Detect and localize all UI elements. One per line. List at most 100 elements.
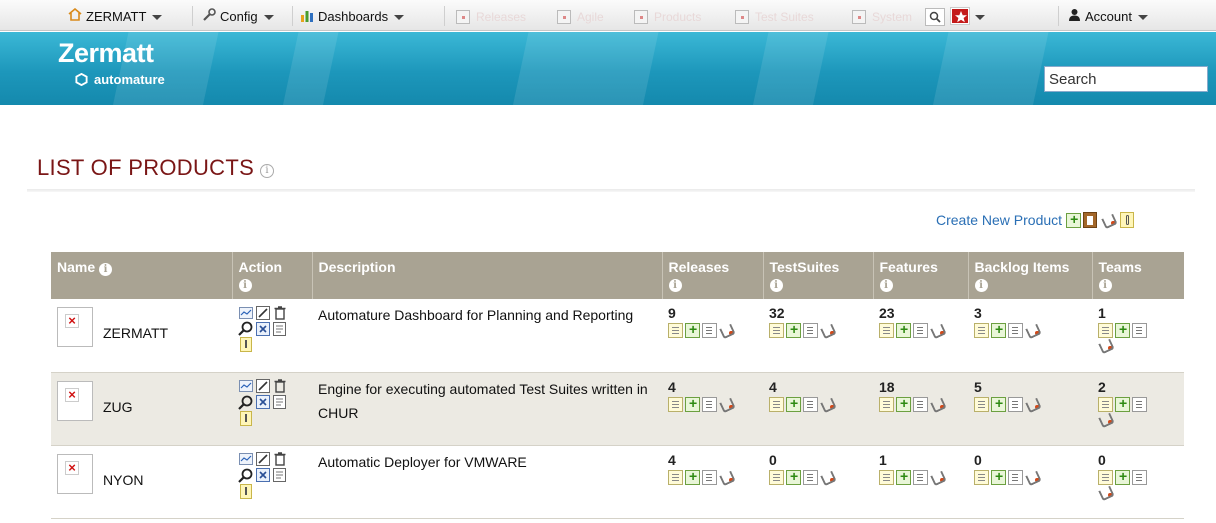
releases-count[interactable]: 9 bbox=[668, 305, 757, 321]
list-icon[interactable] bbox=[879, 323, 894, 338]
attachment-icon[interactable] bbox=[1120, 212, 1135, 228]
testsuites-count[interactable]: 32 bbox=[769, 305, 867, 321]
menu-products[interactable]: Products bbox=[634, 9, 701, 25]
trash-icon[interactable] bbox=[272, 452, 287, 467]
magnifier-icon[interactable] bbox=[238, 321, 253, 336]
magnifier-icon[interactable] bbox=[238, 468, 253, 483]
paint-bucket-icon[interactable] bbox=[820, 397, 835, 412]
info-icon[interactable]: i bbox=[668, 279, 682, 292]
document-icon[interactable] bbox=[1132, 323, 1147, 338]
trash-icon[interactable] bbox=[272, 305, 287, 320]
attachment-icon[interactable] bbox=[238, 337, 253, 352]
document-icon[interactable] bbox=[1008, 396, 1023, 412]
releases-count[interactable]: 4 bbox=[668, 379, 757, 395]
paint-bucket-icon[interactable] bbox=[930, 397, 945, 412]
list-icon[interactable] bbox=[879, 396, 894, 412]
testsuites-count[interactable]: 0 bbox=[769, 452, 867, 468]
add-icon[interactable] bbox=[1115, 321, 1130, 338]
column-header-backlog-items[interactable]: Backlog Items i bbox=[968, 252, 1093, 299]
add-icon[interactable] bbox=[991, 468, 1006, 485]
delete-product-button[interactable]: × bbox=[57, 380, 93, 421]
document-icon[interactable] bbox=[913, 469, 928, 485]
excel-icon[interactable] bbox=[255, 395, 270, 410]
menu-favorites[interactable] bbox=[951, 7, 985, 25]
chart-icon[interactable] bbox=[238, 379, 253, 394]
info-icon[interactable]: i bbox=[260, 164, 275, 178]
document-icon[interactable] bbox=[913, 396, 928, 412]
list-icon[interactable] bbox=[1098, 396, 1113, 412]
excel-icon[interactable] bbox=[255, 321, 270, 336]
features-count[interactable]: 1 bbox=[879, 452, 962, 468]
add-icon[interactable] bbox=[896, 321, 911, 338]
menu-account[interactable]: Account bbox=[1068, 7, 1148, 25]
paint-bucket-icon[interactable] bbox=[719, 323, 734, 338]
info-icon[interactable]: i bbox=[238, 279, 252, 292]
add-icon[interactable] bbox=[685, 321, 700, 338]
clipboard-icon[interactable] bbox=[1083, 212, 1098, 228]
paint-bucket-icon[interactable] bbox=[1098, 485, 1113, 500]
paint-bucket-icon[interactable] bbox=[1101, 213, 1117, 228]
add-icon[interactable] bbox=[786, 468, 801, 485]
paint-bucket-icon[interactable] bbox=[820, 323, 835, 338]
document-icon[interactable] bbox=[803, 469, 818, 485]
testsuites-count[interactable]: 4 bbox=[769, 379, 867, 395]
search-input[interactable] bbox=[1044, 66, 1208, 92]
document-icon[interactable] bbox=[1132, 469, 1147, 485]
list-icon[interactable] bbox=[769, 396, 784, 412]
document-icon[interactable] bbox=[272, 395, 287, 410]
teams-count[interactable]: 0 bbox=[1098, 452, 1178, 468]
delete-product-button[interactable]: × bbox=[57, 307, 93, 347]
document-icon[interactable] bbox=[1132, 396, 1147, 412]
product-name[interactable]: ZERMATT bbox=[103, 325, 168, 341]
edit-icon[interactable] bbox=[255, 452, 270, 467]
menu-dashboards[interactable]: Dashboards bbox=[300, 7, 405, 25]
document-icon[interactable] bbox=[702, 396, 717, 412]
document-icon[interactable] bbox=[913, 323, 928, 338]
brand-logo[interactable]: Zermatt bbox=[58, 38, 154, 69]
list-icon[interactable] bbox=[668, 469, 683, 485]
list-icon[interactable] bbox=[1098, 323, 1113, 338]
add-icon[interactable] bbox=[896, 468, 911, 485]
menu-zermatt[interactable]: ZERMATT bbox=[68, 7, 163, 25]
backlog-count[interactable]: 0 bbox=[974, 452, 1086, 468]
document-icon[interactable] bbox=[1008, 323, 1023, 338]
document-icon[interactable] bbox=[803, 323, 818, 338]
paint-bucket-icon[interactable] bbox=[930, 323, 945, 338]
add-icon[interactable] bbox=[786, 395, 801, 412]
list-icon[interactable] bbox=[769, 469, 784, 485]
create-new-product-link[interactable]: Create New Product bbox=[936, 212, 1062, 228]
column-header-testsuites[interactable]: TestSuites i bbox=[763, 252, 874, 299]
paint-bucket-icon[interactable] bbox=[820, 470, 835, 485]
edit-icon[interactable] bbox=[255, 305, 270, 320]
quick-search-button[interactable] bbox=[925, 8, 945, 26]
releases-count[interactable]: 4 bbox=[668, 452, 757, 468]
backlog-count[interactable]: 3 bbox=[974, 305, 1086, 321]
add-icon[interactable] bbox=[786, 321, 801, 338]
paint-bucket-icon[interactable] bbox=[1025, 470, 1040, 485]
list-icon[interactable] bbox=[974, 396, 989, 412]
edit-icon[interactable] bbox=[255, 379, 270, 394]
paint-bucket-icon[interactable] bbox=[1025, 323, 1040, 338]
column-header-name[interactable]: Name i bbox=[51, 252, 233, 299]
add-icon[interactable] bbox=[991, 321, 1006, 338]
list-icon[interactable] bbox=[879, 469, 894, 485]
add-icon[interactable] bbox=[991, 395, 1006, 412]
document-icon[interactable] bbox=[1008, 469, 1023, 485]
list-icon[interactable] bbox=[974, 469, 989, 485]
features-count[interactable]: 23 bbox=[879, 305, 962, 321]
column-header-features[interactable]: Features i bbox=[873, 252, 969, 299]
list-icon[interactable] bbox=[668, 396, 683, 412]
chart-icon[interactable] bbox=[238, 305, 253, 320]
info-icon[interactable]: i bbox=[769, 279, 783, 292]
info-icon[interactable]: i bbox=[879, 279, 893, 292]
product-name[interactable]: ZUG bbox=[103, 399, 133, 415]
add-icon[interactable] bbox=[685, 468, 700, 485]
info-icon[interactable]: i bbox=[99, 263, 113, 276]
column-header-releases[interactable]: Releases i bbox=[662, 252, 764, 299]
paint-bucket-icon[interactable] bbox=[930, 470, 945, 485]
menu-releases[interactable]: Releases bbox=[456, 9, 526, 25]
document-icon[interactable] bbox=[272, 468, 287, 483]
excel-icon[interactable] bbox=[255, 468, 270, 483]
paint-bucket-icon[interactable] bbox=[719, 397, 734, 412]
menu-system[interactable]: System bbox=[852, 9, 912, 25]
